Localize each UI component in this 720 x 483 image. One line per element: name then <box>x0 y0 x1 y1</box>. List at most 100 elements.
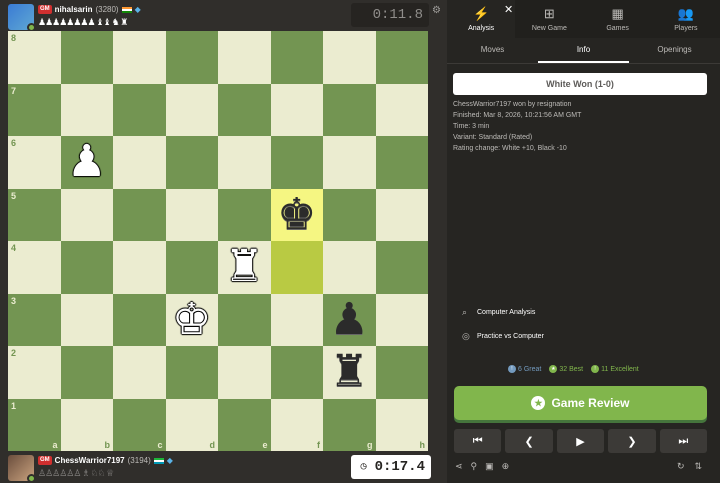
square-h5[interactable] <box>375 188 428 241</box>
square-a4[interactable]: 4 <box>8 241 61 294</box>
square-c4[interactable] <box>113 241 166 294</box>
computer-analysis-button[interactable]: ⌕ Computer Analysis <box>462 307 535 318</box>
square-a8[interactable]: 8 <box>8 31 61 84</box>
avatar[interactable] <box>8 455 36 483</box>
share-icon[interactable]: ⋖ <box>455 461 463 472</box>
settings-icon[interactable]: ⚙ <box>432 5 441 16</box>
rematch-icon[interactable]: ↻ <box>677 461 685 472</box>
square-g8[interactable] <box>323 31 376 84</box>
previous-move-button[interactable]: ❮ <box>505 429 553 453</box>
square-d3[interactable]: ♚ <box>165 293 218 346</box>
game-review-button[interactable]: ★ Game Review <box>454 386 707 420</box>
square-f2[interactable] <box>270 346 323 399</box>
square-e1[interactable]: e <box>218 398 271 451</box>
player-name[interactable]: nihalsarin <box>55 5 93 14</box>
square-b7[interactable] <box>60 83 113 136</box>
square-h1[interactable]: h <box>375 398 428 451</box>
square-f3[interactable] <box>270 293 323 346</box>
tab-new-game[interactable]: ⊞ New Game <box>515 0 583 38</box>
plus-square-icon: ⊞ <box>543 6 555 21</box>
square-g5[interactable] <box>323 188 376 241</box>
zoom-icon[interactable]: ⊕ <box>502 461 510 472</box>
square-e4[interactable]: ♜ <box>218 241 271 294</box>
square-h2[interactable] <box>375 346 428 399</box>
black-piece[interactable]: ♜ <box>330 350 369 394</box>
square-e8[interactable] <box>218 31 271 84</box>
square-a2[interactable]: 2 <box>8 346 61 399</box>
square-b5[interactable] <box>60 188 113 241</box>
white-piece[interactable]: ♟ <box>67 140 106 184</box>
square-e7[interactable] <box>218 83 271 136</box>
square-c3[interactable] <box>113 293 166 346</box>
square-f5[interactable]: ♚ <box>270 188 323 241</box>
square-c8[interactable] <box>113 31 166 84</box>
square-d4[interactable] <box>165 241 218 294</box>
white-piece[interactable]: ♚ <box>172 297 211 342</box>
square-e6[interactable] <box>218 136 271 189</box>
square-g3[interactable]: ♟ <box>323 293 376 346</box>
square-c7[interactable] <box>113 83 166 136</box>
first-move-button[interactable]: ⏮ <box>454 429 502 453</box>
square-h7[interactable] <box>375 83 428 136</box>
square-d2[interactable] <box>165 346 218 399</box>
square-e2[interactable] <box>218 346 271 399</box>
practice-button[interactable]: ◎ Practice vs Computer <box>462 331 544 342</box>
square-f8[interactable] <box>270 31 323 84</box>
square-h8[interactable] <box>375 31 428 84</box>
square-c6[interactable] <box>113 136 166 189</box>
square-h3[interactable] <box>375 293 428 346</box>
play-button[interactable]: ▶ <box>556 429 605 453</box>
square-h6[interactable] <box>375 136 428 189</box>
subtab-openings[interactable]: Openings <box>629 38 720 63</box>
square-g4[interactable] <box>323 241 376 294</box>
subtab-moves[interactable]: Moves <box>447 38 538 63</box>
close-icon[interactable]: ✕ <box>504 3 513 16</box>
square-c2[interactable] <box>113 346 166 399</box>
square-g2[interactable]: ♜ <box>323 346 376 399</box>
square-b6[interactable]: ♟ <box>60 136 113 189</box>
square-f7[interactable] <box>270 83 323 136</box>
square-a3[interactable]: 3 <box>8 293 61 346</box>
chess-board[interactable]: 8 7 6 ♟ 5 ♚ 4 ♜ 3 ♚ ♟ 2 ♜ 1 a b c d e f g h <box>8 31 428 451</box>
last-move-button[interactable]: ⏭ <box>659 429 708 453</box>
square-b1[interactable]: b <box>60 398 113 451</box>
explorer-icon[interactable]: ⚲ <box>471 461 478 472</box>
square-a1[interactable]: 1a <box>8 398 61 451</box>
square-b4[interactable] <box>60 241 113 294</box>
square-f4[interactable] <box>270 241 323 294</box>
black-piece[interactable]: ♟ <box>330 297 369 342</box>
subtab-info[interactable]: Info <box>538 38 629 63</box>
white-piece[interactable]: ♜ <box>225 245 264 289</box>
square-d8[interactable] <box>165 31 218 84</box>
square-d7[interactable] <box>165 83 218 136</box>
square-a6[interactable]: 6 <box>8 136 61 189</box>
flip-board-icon[interactable]: ⇅ <box>695 461 703 472</box>
square-d1[interactable]: d <box>165 398 218 451</box>
square-d5[interactable] <box>165 188 218 241</box>
square-g6[interactable] <box>323 136 376 189</box>
square-a5[interactable]: 5 <box>8 188 61 241</box>
square-e3[interactable] <box>218 293 271 346</box>
square-f6[interactable] <box>270 136 323 189</box>
square-g7[interactable] <box>323 83 376 136</box>
square-d6[interactable] <box>165 136 218 189</box>
black-piece[interactable]: ♚ <box>277 192 316 237</box>
square-b8[interactable] <box>60 31 113 84</box>
square-b3[interactable] <box>60 293 113 346</box>
square-f1[interactable]: f <box>270 398 323 451</box>
image-icon[interactable]: ▣ <box>485 461 494 472</box>
next-move-button[interactable]: ❯ <box>608 429 656 453</box>
square-c5[interactable] <box>113 188 166 241</box>
square-b2[interactable] <box>60 346 113 399</box>
square-h4[interactable] <box>375 241 428 294</box>
player-name[interactable]: ChessWarrior7197 <box>55 456 125 465</box>
magnifier-board-icon: ⌕ <box>462 307 468 317</box>
avatar[interactable] <box>8 4 36 32</box>
square-g1[interactable]: g <box>323 398 376 451</box>
tab-games[interactable]: ▦ Games <box>584 0 652 38</box>
info-line: Rating change: White +10, Black -10 <box>453 145 567 152</box>
square-c1[interactable]: c <box>113 398 166 451</box>
square-a7[interactable]: 7 <box>8 83 61 136</box>
tab-players[interactable]: 👥 Players <box>652 0 720 38</box>
square-e5[interactable] <box>218 188 271 241</box>
